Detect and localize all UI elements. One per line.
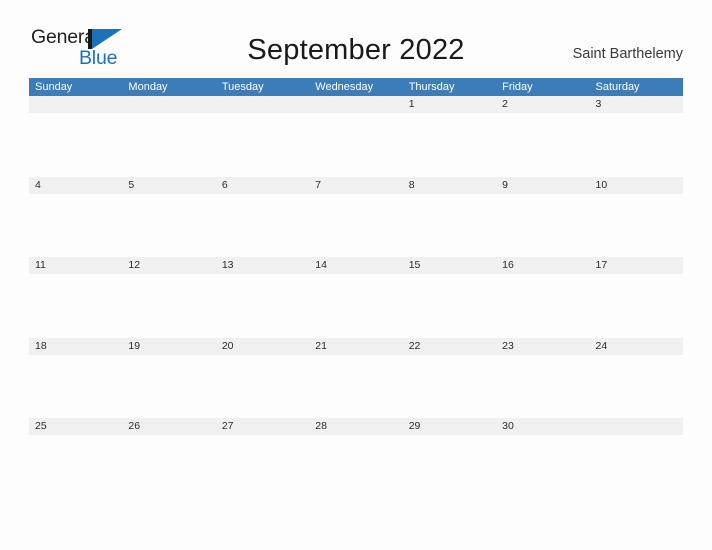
calendar-grid: Sunday Monday Tuesday Wednesday Thursday… (29, 78, 683, 499)
weekday-header-friday: Friday (502, 81, 533, 93)
day-cell[interactable]: 8 (403, 177, 496, 194)
day-cell[interactable]: 27 (216, 418, 309, 435)
day-cell[interactable]: 3 (590, 96, 683, 113)
week-row: 25 26 27 28 29 30 (29, 418, 683, 499)
day-cell[interactable]: 17 (590, 257, 683, 274)
day-cell[interactable]: 22 (403, 338, 496, 355)
week-date-band: 25 26 27 28 29 30 (29, 418, 683, 435)
weekday-header-saturday: Saturday (595, 81, 640, 93)
day-cell[interactable]: 12 (122, 257, 215, 274)
day-cell[interactable]: 7 (309, 177, 402, 194)
weekday-header-monday: Monday (128, 81, 168, 93)
week-row: 18 19 20 21 22 23 24 (29, 337, 683, 419)
day-cell[interactable]: 29 (403, 418, 496, 435)
day-cell[interactable]: 13 (216, 257, 309, 274)
day-cell[interactable]: 5 (122, 177, 215, 194)
weekday-header-tuesday: Tuesday (221, 81, 264, 93)
day-cell[interactable]: 6 (216, 177, 309, 194)
week-date-band: 11 12 13 14 15 16 17 (29, 257, 683, 274)
day-cell[interactable]: 1 (403, 96, 496, 113)
week-date-band: 18 19 20 21 22 23 24 (29, 337, 683, 355)
day-cell[interactable]: 26 (122, 418, 215, 435)
day-cell[interactable]: 19 (122, 338, 215, 355)
day-cell[interactable]: 28 (309, 418, 402, 435)
location-label: Saint Barthelemy (572, 46, 683, 62)
day-cell[interactable]: 30 (496, 418, 589, 435)
day-cell[interactable]: 16 (496, 257, 589, 274)
week-row: 11 12 13 14 15 16 17 (29, 257, 683, 338)
weekday-header-thursday: Thursday (408, 81, 455, 93)
week-date-band: 4 5 6 7 8 9 10 (29, 176, 683, 194)
weekday-header-wednesday: Wednesday (315, 81, 374, 93)
day-cell[interactable]: 15 (403, 257, 496, 274)
day-cell[interactable] (216, 96, 309, 113)
day-cell[interactable]: 14 (309, 257, 402, 274)
week-date-band: 1 2 3 (29, 96, 683, 113)
day-cell[interactable]: 25 (29, 418, 122, 435)
day-cell[interactable]: 24 (590, 338, 683, 355)
day-cell[interactable]: 21 (309, 338, 402, 355)
day-cell[interactable]: 11 (29, 257, 122, 274)
day-cell[interactable]: 20 (216, 338, 309, 355)
day-cell[interactable]: 23 (496, 338, 589, 355)
week-row: 4 5 6 7 8 9 10 (29, 176, 683, 258)
weekday-header-sunday: Sunday (35, 81, 73, 93)
day-cell[interactable] (122, 96, 215, 113)
week-row: 1 2 3 (29, 96, 683, 177)
day-cell[interactable] (29, 96, 122, 113)
day-cell[interactable]: 10 (590, 177, 683, 194)
calendar-page: General Blue September 2022 Saint Barthe… (0, 0, 712, 550)
weekday-header-row: Sunday Monday Tuesday Wednesday Thursday… (29, 78, 683, 96)
day-cell[interactable] (309, 96, 402, 113)
day-cell[interactable]: 4 (29, 177, 122, 194)
day-cell[interactable]: 9 (496, 177, 589, 194)
page-header: General Blue September 2022 Saint Barthe… (0, 0, 712, 76)
day-cell[interactable] (590, 418, 683, 435)
day-cell[interactable]: 18 (29, 338, 122, 355)
day-cell[interactable]: 2 (496, 96, 589, 113)
